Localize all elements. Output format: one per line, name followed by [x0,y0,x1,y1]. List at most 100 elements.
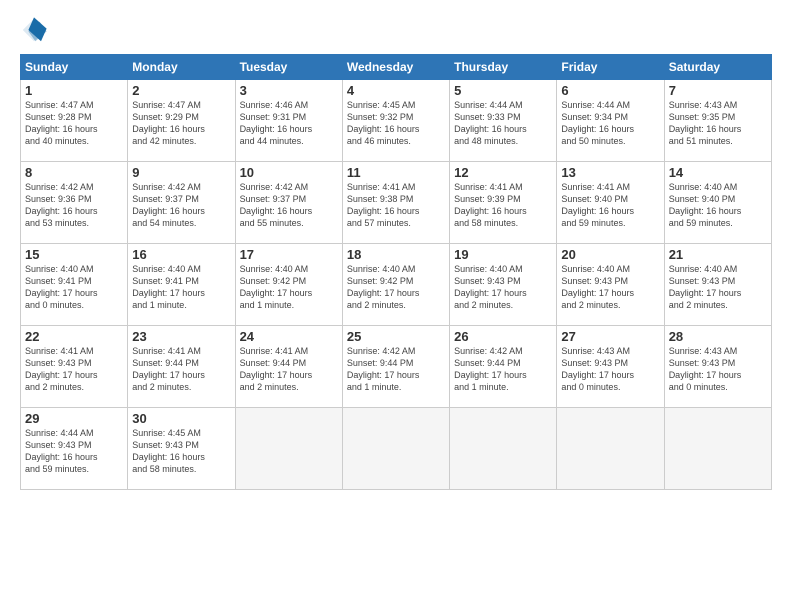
day-cell: 1Sunrise: 4:47 AM Sunset: 9:28 PM Daylig… [21,80,128,162]
day-info: Sunrise: 4:42 AM Sunset: 9:37 PM Dayligh… [240,181,338,230]
day-info: Sunrise: 4:43 AM Sunset: 9:43 PM Dayligh… [669,345,767,394]
day-cell: 27Sunrise: 4:43 AM Sunset: 9:43 PM Dayli… [557,326,664,408]
day-number: 19 [454,247,552,262]
day-info: Sunrise: 4:46 AM Sunset: 9:31 PM Dayligh… [240,99,338,148]
day-info: Sunrise: 4:42 AM Sunset: 9:37 PM Dayligh… [132,181,230,230]
day-info: Sunrise: 4:40 AM Sunset: 9:41 PM Dayligh… [25,263,123,312]
day-number: 9 [132,165,230,180]
day-cell: 12Sunrise: 4:41 AM Sunset: 9:39 PM Dayli… [450,162,557,244]
week-row-4: 22Sunrise: 4:41 AM Sunset: 9:43 PM Dayli… [21,326,772,408]
day-number: 18 [347,247,445,262]
day-cell: 4Sunrise: 4:45 AM Sunset: 9:32 PM Daylig… [342,80,449,162]
week-row-2: 8Sunrise: 4:42 AM Sunset: 9:36 PM Daylig… [21,162,772,244]
day-info: Sunrise: 4:45 AM Sunset: 9:43 PM Dayligh… [132,427,230,476]
day-number: 8 [25,165,123,180]
day-number: 2 [132,83,230,98]
day-cell: 26Sunrise: 4:42 AM Sunset: 9:44 PM Dayli… [450,326,557,408]
day-info: Sunrise: 4:41 AM Sunset: 9:44 PM Dayligh… [240,345,338,394]
day-cell: 7Sunrise: 4:43 AM Sunset: 9:35 PM Daylig… [664,80,771,162]
day-info: Sunrise: 4:42 AM Sunset: 9:44 PM Dayligh… [347,345,445,394]
day-cell: 28Sunrise: 4:43 AM Sunset: 9:43 PM Dayli… [664,326,771,408]
col-header-wednesday: Wednesday [342,55,449,80]
day-cell: 29Sunrise: 4:44 AM Sunset: 9:43 PM Dayli… [21,408,128,490]
day-cell: 25Sunrise: 4:42 AM Sunset: 9:44 PM Dayli… [342,326,449,408]
day-number: 7 [669,83,767,98]
page: SundayMondayTuesdayWednesdayThursdayFrid… [0,0,792,612]
day-cell [342,408,449,490]
day-number: 20 [561,247,659,262]
day-cell [450,408,557,490]
col-header-monday: Monday [128,55,235,80]
col-header-sunday: Sunday [21,55,128,80]
day-number: 21 [669,247,767,262]
day-info: Sunrise: 4:47 AM Sunset: 9:28 PM Dayligh… [25,99,123,148]
day-cell: 14Sunrise: 4:40 AM Sunset: 9:40 PM Dayli… [664,162,771,244]
calendar-table: SundayMondayTuesdayWednesdayThursdayFrid… [20,54,772,490]
day-cell: 8Sunrise: 4:42 AM Sunset: 9:36 PM Daylig… [21,162,128,244]
day-number: 24 [240,329,338,344]
day-info: Sunrise: 4:40 AM Sunset: 9:43 PM Dayligh… [454,263,552,312]
col-header-tuesday: Tuesday [235,55,342,80]
logo-icon [20,16,48,44]
day-cell: 11Sunrise: 4:41 AM Sunset: 9:38 PM Dayli… [342,162,449,244]
week-row-5: 29Sunrise: 4:44 AM Sunset: 9:43 PM Dayli… [21,408,772,490]
day-number: 15 [25,247,123,262]
day-number: 4 [347,83,445,98]
col-header-friday: Friday [557,55,664,80]
day-info: Sunrise: 4:44 AM Sunset: 9:33 PM Dayligh… [454,99,552,148]
day-info: Sunrise: 4:41 AM Sunset: 9:43 PM Dayligh… [25,345,123,394]
day-cell: 6Sunrise: 4:44 AM Sunset: 9:34 PM Daylig… [557,80,664,162]
day-cell: 21Sunrise: 4:40 AM Sunset: 9:43 PM Dayli… [664,244,771,326]
day-cell: 18Sunrise: 4:40 AM Sunset: 9:42 PM Dayli… [342,244,449,326]
day-number: 11 [347,165,445,180]
day-cell: 16Sunrise: 4:40 AM Sunset: 9:41 PM Dayli… [128,244,235,326]
day-info: Sunrise: 4:41 AM Sunset: 9:39 PM Dayligh… [454,181,552,230]
header [20,16,772,44]
day-info: Sunrise: 4:40 AM Sunset: 9:42 PM Dayligh… [240,263,338,312]
day-cell [664,408,771,490]
day-number: 28 [669,329,767,344]
day-cell: 24Sunrise: 4:41 AM Sunset: 9:44 PM Dayli… [235,326,342,408]
day-cell: 15Sunrise: 4:40 AM Sunset: 9:41 PM Dayli… [21,244,128,326]
day-number: 22 [25,329,123,344]
logo [20,16,52,44]
day-info: Sunrise: 4:47 AM Sunset: 9:29 PM Dayligh… [132,99,230,148]
header-row: SundayMondayTuesdayWednesdayThursdayFrid… [21,55,772,80]
day-info: Sunrise: 4:40 AM Sunset: 9:42 PM Dayligh… [347,263,445,312]
week-row-1: 1Sunrise: 4:47 AM Sunset: 9:28 PM Daylig… [21,80,772,162]
day-info: Sunrise: 4:40 AM Sunset: 9:40 PM Dayligh… [669,181,767,230]
day-number: 17 [240,247,338,262]
day-info: Sunrise: 4:44 AM Sunset: 9:34 PM Dayligh… [561,99,659,148]
day-number: 26 [454,329,552,344]
day-cell: 13Sunrise: 4:41 AM Sunset: 9:40 PM Dayli… [557,162,664,244]
day-info: Sunrise: 4:45 AM Sunset: 9:32 PM Dayligh… [347,99,445,148]
day-number: 29 [25,411,123,426]
day-info: Sunrise: 4:43 AM Sunset: 9:35 PM Dayligh… [669,99,767,148]
day-number: 3 [240,83,338,98]
day-info: Sunrise: 4:40 AM Sunset: 9:43 PM Dayligh… [561,263,659,312]
day-cell: 19Sunrise: 4:40 AM Sunset: 9:43 PM Dayli… [450,244,557,326]
day-number: 6 [561,83,659,98]
day-info: Sunrise: 4:41 AM Sunset: 9:44 PM Dayligh… [132,345,230,394]
day-number: 27 [561,329,659,344]
day-cell: 22Sunrise: 4:41 AM Sunset: 9:43 PM Dayli… [21,326,128,408]
day-info: Sunrise: 4:41 AM Sunset: 9:40 PM Dayligh… [561,181,659,230]
col-header-thursday: Thursday [450,55,557,80]
day-number: 12 [454,165,552,180]
day-info: Sunrise: 4:44 AM Sunset: 9:43 PM Dayligh… [25,427,123,476]
day-info: Sunrise: 4:42 AM Sunset: 9:36 PM Dayligh… [25,181,123,230]
day-cell: 20Sunrise: 4:40 AM Sunset: 9:43 PM Dayli… [557,244,664,326]
day-cell: 9Sunrise: 4:42 AM Sunset: 9:37 PM Daylig… [128,162,235,244]
day-info: Sunrise: 4:41 AM Sunset: 9:38 PM Dayligh… [347,181,445,230]
day-cell: 10Sunrise: 4:42 AM Sunset: 9:37 PM Dayli… [235,162,342,244]
day-number: 10 [240,165,338,180]
day-number: 16 [132,247,230,262]
day-number: 13 [561,165,659,180]
day-info: Sunrise: 4:40 AM Sunset: 9:43 PM Dayligh… [669,263,767,312]
day-cell: 5Sunrise: 4:44 AM Sunset: 9:33 PM Daylig… [450,80,557,162]
day-cell [557,408,664,490]
day-info: Sunrise: 4:43 AM Sunset: 9:43 PM Dayligh… [561,345,659,394]
day-number: 1 [25,83,123,98]
day-number: 23 [132,329,230,344]
day-cell: 3Sunrise: 4:46 AM Sunset: 9:31 PM Daylig… [235,80,342,162]
